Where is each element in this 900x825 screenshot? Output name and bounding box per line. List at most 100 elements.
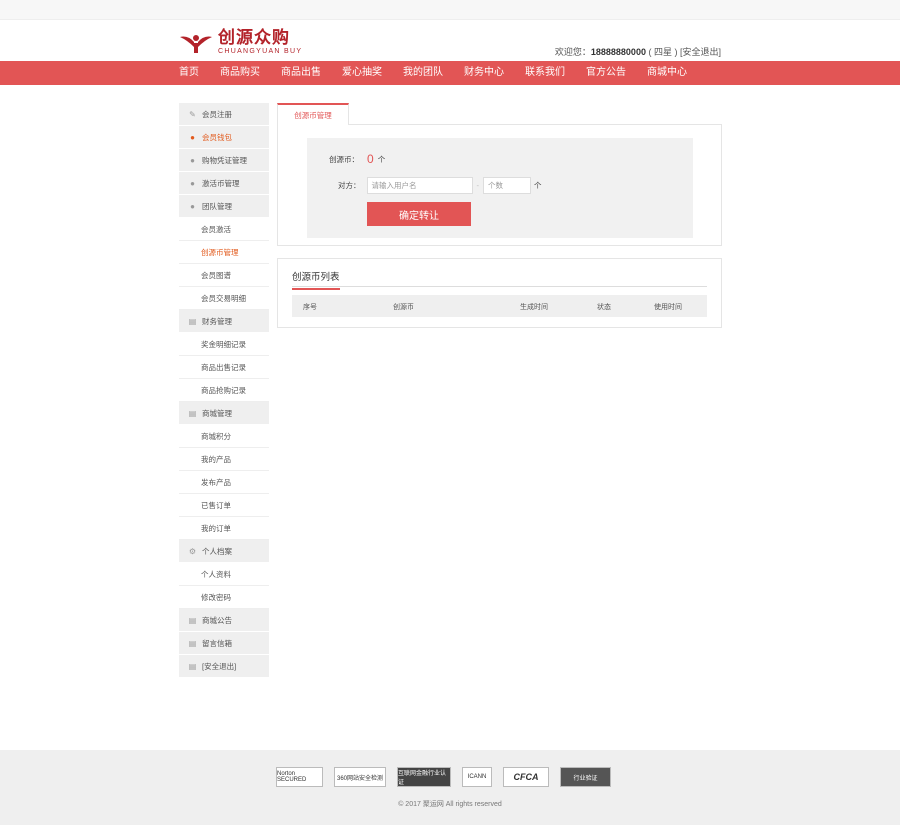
sidebar-item[interactable]: ▤ [安全退出] bbox=[179, 655, 269, 678]
sidebar-item[interactable]: 个人资料 bbox=[179, 563, 269, 586]
sidebar-item-label: 修改密码 bbox=[201, 592, 231, 602]
sidebar-item-label: 财务管理 bbox=[202, 316, 232, 326]
edit-icon: ✎ bbox=[189, 109, 196, 119]
copyright: © 2017 聚运网 All rights reserved bbox=[398, 801, 502, 808]
sidebar-item[interactable]: 奖金明细记录 bbox=[179, 333, 269, 356]
coin-balance: 0 bbox=[367, 152, 374, 166]
logo-mark-icon bbox=[178, 31, 214, 55]
nav-lottery[interactable]: 爱心抽奖 bbox=[342, 61, 382, 85]
user-icon: ● bbox=[190, 155, 195, 165]
sidebar-item[interactable]: ● 购物凭证管理 bbox=[179, 149, 269, 172]
sidebar-item[interactable]: 已售订单 bbox=[179, 494, 269, 517]
sidebar-item[interactable]: ▤ 财务管理 bbox=[179, 310, 269, 333]
sidebar-item-label: 商城积分 bbox=[201, 431, 231, 441]
sidebar-item[interactable]: ⚙ 个人档案 bbox=[179, 540, 269, 563]
doc-icon: ▤ bbox=[188, 638, 197, 648]
nav-finance[interactable]: 财务中心 bbox=[464, 61, 504, 85]
norton-badge[interactable]: Norton SECURED bbox=[276, 767, 323, 787]
confirm-transfer-button[interactable]: 确定转让 bbox=[367, 202, 471, 226]
coin-list-title: 创源币列表 bbox=[292, 269, 340, 290]
sidebar-item-label: 会员交易明细 bbox=[201, 293, 246, 303]
coin-unit: 个 bbox=[377, 154, 386, 164]
sidebar-item[interactable]: ✎ 会员注册 bbox=[179, 103, 269, 126]
sidebar-item[interactable]: 我的产品 bbox=[179, 448, 269, 471]
amount-unit: 个 bbox=[534, 181, 542, 190]
col-used: 使用时间 bbox=[654, 304, 682, 311]
sidebar-item[interactable]: ▤ 商城管理 bbox=[179, 402, 269, 425]
sidebar-item[interactable]: 发布产品 bbox=[179, 471, 269, 494]
sidebar-item[interactable]: 商城积分 bbox=[179, 425, 269, 448]
logo-en-text: CHUANGYUAN BUY bbox=[218, 48, 303, 55]
sidebar: ✎ 会员注册 ● 会员钱包 ● 购物凭证管理 ● 激活币管理 ● 团队管理 会员激活 创源币管理 会员图… bbox=[179, 103, 269, 678]
coin-label: 创源币： bbox=[329, 154, 359, 164]
logo-cn-text: 创源众购 bbox=[218, 28, 290, 48]
fintech-badge[interactable]: 互联网金融行业认证 bbox=[397, 767, 451, 787]
nav-announcement[interactable]: 官方公告 bbox=[586, 61, 626, 85]
nav-team[interactable]: 我的团队 bbox=[403, 61, 443, 85]
sidebar-item-label: 留言信箱 bbox=[202, 638, 232, 648]
sidebar-item[interactable]: ● 激活币管理 bbox=[179, 172, 269, 195]
sidebar-item[interactable]: 商品出售记录 bbox=[179, 356, 269, 379]
col-status: 状态 bbox=[597, 304, 611, 311]
header: 创源众购 CHUANGYUAN BUY 欢迎您：18888880000 ( 四星… bbox=[0, 20, 900, 61]
logout-link[interactable]: [安全退出] bbox=[680, 47, 721, 57]
sidebar-item[interactable]: ● 会员钱包 bbox=[179, 126, 269, 149]
col-index: 序号 bbox=[303, 304, 317, 311]
sidebar-item[interactable]: 我的订单 bbox=[179, 517, 269, 540]
sidebar-item-label: 购物凭证管理 bbox=[202, 155, 247, 165]
doc-icon: ▤ bbox=[188, 408, 197, 418]
tab-bar: 创源币管理 bbox=[277, 103, 722, 125]
sidebar-item-label: 已售订单 bbox=[201, 500, 231, 510]
sidebar-item[interactable]: ▤ 商城公告 bbox=[179, 609, 269, 632]
360-badge[interactable]: 360网站安全检测 bbox=[334, 767, 386, 787]
sidebar-item[interactable]: 创源币管理 bbox=[179, 241, 269, 264]
main-nav: 首页 商品购买 商品出售 爱心抽奖 我的团队 财务中心 联系我们 官方公告 商城… bbox=[0, 61, 900, 85]
sidebar-item-label: 团队管理 bbox=[202, 201, 232, 211]
sidebar-item[interactable]: 会员图谱 bbox=[179, 264, 269, 287]
sidebar-item-label: 创源币管理 bbox=[201, 247, 239, 257]
sidebar-item-label: 商城管理 bbox=[202, 408, 232, 418]
sidebar-item[interactable]: 会员交易明细 bbox=[179, 287, 269, 310]
nav-home[interactable]: 首页 bbox=[179, 61, 199, 85]
icann-badge[interactable]: ICANN bbox=[462, 767, 492, 787]
sidebar-item-label: 奖金明细记录 bbox=[201, 339, 246, 349]
target-label: 对方： bbox=[338, 181, 361, 190]
sidebar-item-label: 商品抢购记录 bbox=[201, 385, 246, 395]
user-icon: ● bbox=[190, 201, 195, 211]
cfca-badge[interactable]: CFCA bbox=[503, 767, 549, 787]
sidebar-item[interactable]: ▤ 留言信箱 bbox=[179, 632, 269, 655]
username-input[interactable]: 请输入用户名 bbox=[366, 177, 473, 194]
sidebar-item-label: 会员钱包 bbox=[202, 132, 232, 142]
user-icon: ● bbox=[190, 132, 195, 142]
transfer-panel: 创源币： 0 个 对方： 请输入用户名 - 个数 个 确定转让 bbox=[277, 125, 722, 246]
doc-icon: ▤ bbox=[188, 661, 197, 671]
verify-badge[interactable]: 行业验证 bbox=[560, 767, 611, 787]
nav-mall[interactable]: 商城中心 bbox=[647, 61, 687, 85]
tab-coin-management[interactable]: 创源币管理 bbox=[277, 103, 349, 125]
sidebar-item[interactable]: ● 团队管理 bbox=[179, 195, 269, 218]
main-content: 创源币管理 创源币： 0 个 对方： 请输入用户名 - 个数 个 确定转让 创源… bbox=[277, 103, 722, 328]
sidebar-item-label: 个人档案 bbox=[202, 546, 232, 556]
nav-sell[interactable]: 商品出售 bbox=[281, 61, 321, 85]
sidebar-item[interactable]: 会员激活 bbox=[179, 218, 269, 241]
sidebar-item-label: 会员注册 bbox=[202, 109, 232, 119]
sidebar-item[interactable]: 商品抢购记录 bbox=[179, 379, 269, 402]
nav-buy[interactable]: 商品购买 bbox=[220, 61, 260, 85]
transfer-form: 创源币： 0 个 对方： 请输入用户名 - 个数 个 确定转让 bbox=[307, 138, 693, 238]
amount-input[interactable]: 个数 bbox=[483, 177, 531, 194]
nav-contact[interactable]: 联系我们 bbox=[525, 61, 565, 85]
separator-dash: - bbox=[476, 181, 480, 190]
sidebar-item-label: 激活币管理 bbox=[202, 178, 240, 188]
col-coin: 创源币 bbox=[393, 304, 414, 311]
footer: Norton SECURED 360网站安全检测 互联网金融行业认证 ICANN… bbox=[0, 750, 900, 825]
logo[interactable]: 创源众购 CHUANGYUAN BUY bbox=[178, 30, 302, 55]
sidebar-item[interactable]: 修改密码 bbox=[179, 586, 269, 609]
sidebar-item-label: 我的订单 bbox=[201, 523, 231, 533]
top-strip bbox=[0, 0, 900, 20]
table-header: 序号 创源币 生成时间 状态 使用时间 bbox=[292, 295, 707, 317]
col-created: 生成时间 bbox=[520, 304, 548, 311]
sidebar-item-label: [安全退出] bbox=[202, 661, 237, 671]
doc-icon: ▤ bbox=[188, 615, 197, 625]
sidebar-item-label: 个人资料 bbox=[201, 569, 231, 579]
trust-badges: Norton SECURED 360网站安全检测 互联网金融行业认证 ICANN… bbox=[276, 767, 622, 787]
